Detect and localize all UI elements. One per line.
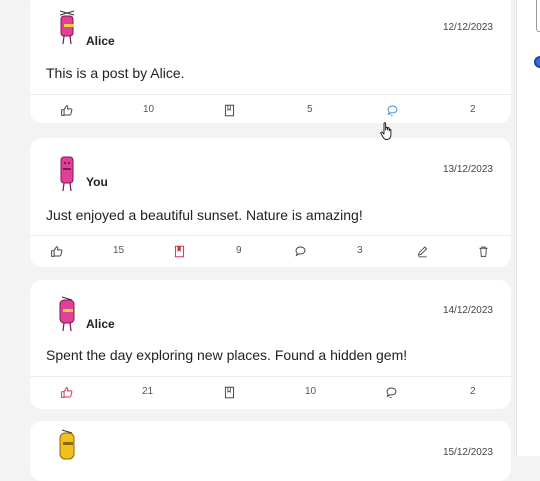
comment-icon [387,105,397,116]
edit-icon [417,245,427,257]
post-card: 15/12/2023 [30,421,511,481]
comment-count: 2 [470,386,476,397]
post-card: Alice 14/12/2023 Spent the day exploring… [30,280,511,409]
avatar[interactable] [54,296,80,334]
post-date: 14/12/2023 [442,305,493,316]
avatar[interactable] [54,155,80,193]
bookmark-icon [224,104,234,116]
bookmark-button[interactable] [221,376,237,408]
thumbs-up-icon [60,386,72,398]
bookmark-count: 9 [236,245,242,256]
comment-count: 3 [357,245,363,256]
comment-button[interactable] [383,376,399,408]
like-button[interactable] [48,235,64,267]
comment-icon [386,387,396,398]
side-panel-input[interactable] [536,0,540,32]
bookmark-icon [224,386,234,398]
hand-cursor-icon [380,122,392,140]
edit-button[interactable] [414,235,430,267]
bookmark-icon [174,245,184,257]
author-name[interactable]: Alice [86,317,115,331]
like-button[interactable] [58,94,74,126]
post-card: You 13/12/2023 Just enjoyed a beautiful … [30,138,511,267]
post-card: Alice 12/12/2023 This is a post by Alice… [30,0,511,123]
side-panel [516,0,540,456]
comment-count: 2 [470,104,476,115]
bookmark-button[interactable] [221,94,237,126]
like-count: 10 [143,104,155,115]
status-dot-icon[interactable] [534,56,540,68]
post-actions: 21 10 2 [30,376,511,408]
comment-button[interactable] [292,235,308,267]
post-feed: Alice 12/12/2023 This is a post by Alice… [0,0,540,481]
post-text: Spent the day exploring new places. Foun… [46,347,408,363]
trash-icon [478,246,488,257]
thumbs-up-icon [60,104,72,116]
like-count: 15 [113,245,125,256]
thumbs-up-icon [50,245,62,257]
post-text: This is a post by Alice. [46,65,185,81]
delete-button[interactable] [475,235,491,267]
post-date: 12/12/2023 [442,22,493,33]
like-count: 21 [142,386,154,397]
bookmark-count: 10 [305,386,317,397]
author-name[interactable]: You [86,175,108,189]
avatar[interactable] [54,429,80,467]
author-name[interactable]: Alice [86,34,115,48]
comment-icon [295,246,305,257]
post-actions: 10 5 2 [30,94,511,126]
bookmark-button[interactable] [171,235,187,267]
avatar[interactable] [54,9,80,47]
post-date: 13/12/2023 [442,164,493,175]
post-date: 15/12/2023 [442,447,493,458]
post-actions: 15 9 3 [30,235,511,267]
like-button[interactable] [58,376,74,408]
bookmark-count: 5 [307,104,313,115]
post-text: Just enjoyed a beautiful sunset. Nature … [46,207,363,223]
